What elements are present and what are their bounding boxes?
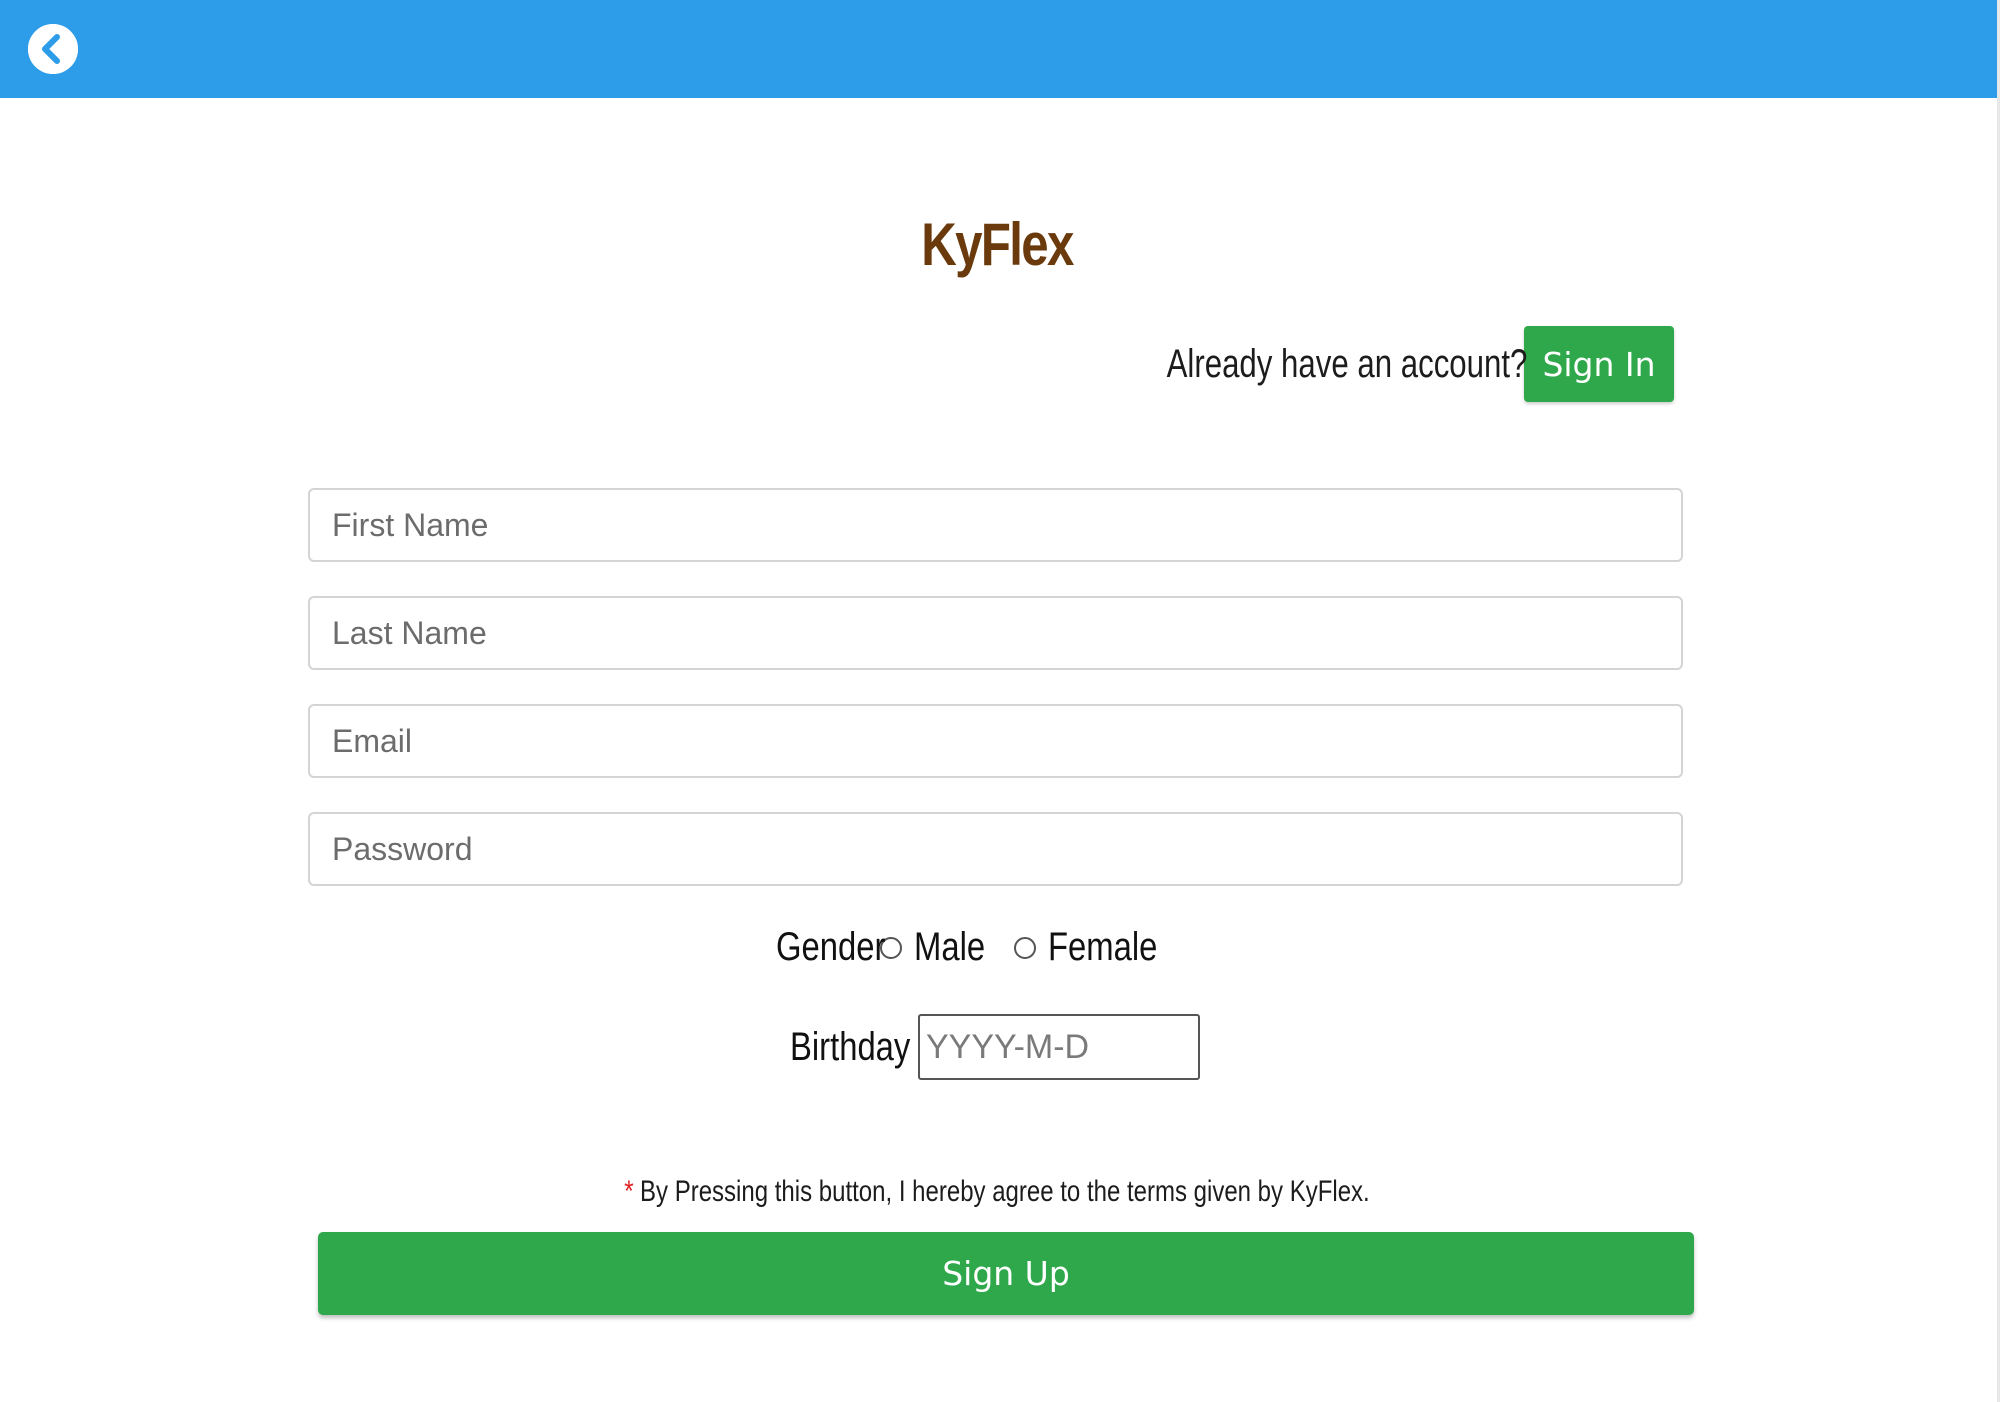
birthday-label: Birthday: [790, 1024, 911, 1069]
page-title: KyFlex: [921, 211, 1074, 278]
terms-text: By Pressing this button, I hereby agree …: [640, 1175, 1370, 1208]
birthday-group: Birthday: [790, 1014, 1200, 1080]
required-marker: *: [624, 1175, 634, 1208]
female-label[interactable]: Female: [1048, 925, 1157, 970]
account-prompt: Already have an account?: [1167, 341, 1528, 386]
terms-notice: * By Pressing this button, I hereby agree…: [199, 1175, 1794, 1209]
male-label[interactable]: Male: [914, 925, 996, 970]
gender-group: Gender Male Female: [776, 925, 1181, 970]
email-input[interactable]: [308, 704, 1683, 778]
first-name-input[interactable]: [308, 488, 1683, 562]
signin-row: Already have an account? Sign In: [1049, 326, 1674, 402]
sign-up-button[interactable]: Sign Up: [318, 1232, 1694, 1315]
password-input[interactable]: [308, 812, 1683, 886]
female-radio[interactable]: [1014, 936, 1036, 959]
top-app-bar: [0, 0, 1997, 98]
back-button[interactable]: [28, 24, 78, 74]
chevron-left-icon: [28, 24, 78, 74]
last-name-input[interactable]: [308, 596, 1683, 670]
birthday-input[interactable]: [918, 1014, 1200, 1080]
gender-label: Gender: [776, 925, 886, 969]
